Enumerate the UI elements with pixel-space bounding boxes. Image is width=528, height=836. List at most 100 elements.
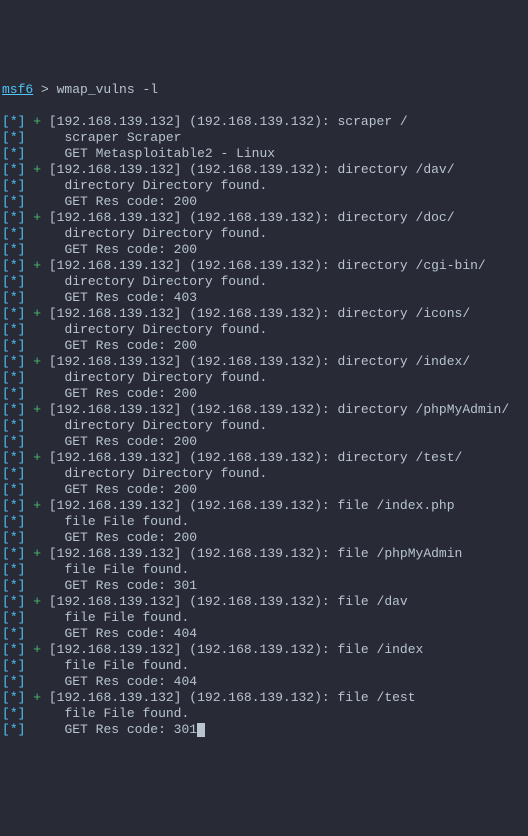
- line-content: directory Directory found.: [64, 322, 267, 337]
- output-line: [*] file File found.: [2, 514, 526, 530]
- bracket-icon: [: [2, 258, 10, 273]
- star-icon: *: [10, 258, 18, 273]
- bracket-icon: [: [2, 402, 10, 417]
- star-icon: *: [10, 514, 18, 529]
- plus-icon: +: [33, 690, 41, 705]
- bracket-icon: [: [2, 370, 10, 385]
- star-icon: *: [10, 162, 18, 177]
- bracket-icon: ]: [18, 674, 26, 689]
- star-icon: *: [10, 306, 18, 321]
- star-icon: *: [10, 498, 18, 513]
- output-line: [*] GET Res code: 200: [2, 338, 526, 354]
- star-icon: *: [10, 722, 18, 737]
- line-content: GET Metasploitable2 - Linux: [64, 146, 275, 161]
- output-line: [*] + [192.168.139.132] (192.168.139.132…: [2, 162, 526, 178]
- output-line: [*] + [192.168.139.132] (192.168.139.132…: [2, 114, 526, 130]
- star-icon: *: [10, 466, 18, 481]
- line-content: GET Res code: 200: [64, 482, 197, 497]
- output-line: [*] GET Res code: 200: [2, 434, 526, 450]
- output-line: [*] GET Res code: 301: [2, 578, 526, 594]
- output-line: [*] GET Res code: 200: [2, 530, 526, 546]
- star-icon: *: [10, 402, 18, 417]
- output-line: [*] file File found.: [2, 610, 526, 626]
- output-line: [*] GET Res code: 200: [2, 242, 526, 258]
- prompt-line[interactable]: msf6 > wmap_vulns -l: [2, 82, 526, 98]
- bracket-icon: [: [2, 578, 10, 593]
- output-line: [*] directory Directory found.: [2, 466, 526, 482]
- star-icon: *: [10, 642, 18, 657]
- star-icon: *: [10, 290, 18, 305]
- bracket-icon: [: [2, 658, 10, 673]
- plus-icon: +: [33, 402, 41, 417]
- bracket-icon: [: [2, 130, 10, 145]
- plus-icon: +: [33, 114, 41, 129]
- line-content: GET Res code: 200: [64, 242, 197, 257]
- bracket-icon: [: [2, 546, 10, 561]
- star-icon: *: [10, 578, 18, 593]
- output-line: [*] scraper Scraper: [2, 130, 526, 146]
- line-content: file File found.: [64, 610, 189, 625]
- line-content: directory Directory found.: [64, 466, 267, 481]
- star-icon: *: [10, 690, 18, 705]
- output-line: [*] GET Res code: 200: [2, 386, 526, 402]
- output-line: [*] + [192.168.139.132] (192.168.139.132…: [2, 594, 526, 610]
- line-content: directory Directory found.: [64, 178, 267, 193]
- line-content: [192.168.139.132] (192.168.139.132): fil…: [41, 594, 408, 609]
- output-line: [*] file File found.: [2, 706, 526, 722]
- line-content: file File found.: [64, 514, 189, 529]
- bracket-icon: ]: [18, 722, 26, 737]
- star-icon: *: [10, 370, 18, 385]
- line-content: [192.168.139.132] (192.168.139.132): dir…: [41, 450, 462, 465]
- bracket-icon: ]: [18, 706, 26, 721]
- star-icon: *: [10, 130, 18, 145]
- line-content: GET Res code: 301: [64, 722, 197, 737]
- star-icon: *: [10, 322, 18, 337]
- bracket-icon: [: [2, 690, 10, 705]
- line-content: [192.168.139.132] (192.168.139.132): dir…: [41, 306, 470, 321]
- star-icon: *: [10, 706, 18, 721]
- output-line: [*] GET Res code: 403: [2, 290, 526, 306]
- line-content: [192.168.139.132] (192.168.139.132): scr…: [41, 114, 408, 129]
- line-content: [192.168.139.132] (192.168.139.132): fil…: [41, 546, 462, 561]
- star-icon: *: [10, 530, 18, 545]
- bracket-icon: [: [2, 386, 10, 401]
- bracket-icon: [: [2, 594, 10, 609]
- line-content: [192.168.139.132] (192.168.139.132): fil…: [41, 498, 454, 513]
- bracket-icon: [: [2, 226, 10, 241]
- bracket-icon: [: [2, 642, 10, 657]
- bracket-icon: [: [2, 178, 10, 193]
- bracket-icon: [: [2, 610, 10, 625]
- star-icon: *: [10, 274, 18, 289]
- plus-icon: +: [33, 210, 41, 225]
- bracket-icon: [: [2, 706, 10, 721]
- output-line: [*] directory Directory found.: [2, 274, 526, 290]
- star-icon: *: [10, 610, 18, 625]
- output-line: [*] GET Res code: 301: [2, 722, 526, 738]
- command-text: wmap_vulns -l: [57, 82, 158, 97]
- star-icon: *: [10, 146, 18, 161]
- bracket-icon: [: [2, 498, 10, 513]
- bracket-icon: [: [2, 450, 10, 465]
- output-line: [*] + [192.168.139.132] (192.168.139.132…: [2, 306, 526, 322]
- plus-icon: +: [33, 162, 41, 177]
- line-content: [192.168.139.132] (192.168.139.132): dir…: [41, 162, 454, 177]
- output-line: [*] + [192.168.139.132] (192.168.139.132…: [2, 690, 526, 706]
- plus-icon: +: [33, 546, 41, 561]
- bracket-icon: [: [2, 722, 10, 737]
- plus-icon: +: [33, 354, 41, 369]
- star-icon: *: [10, 594, 18, 609]
- plus-icon: +: [33, 450, 41, 465]
- plus-icon: +: [33, 498, 41, 513]
- bracket-icon: [: [2, 562, 10, 577]
- line-content: file File found.: [64, 706, 189, 721]
- cursor-icon: [197, 723, 205, 737]
- line-content: [192.168.139.132] (192.168.139.132): fil…: [41, 642, 423, 657]
- output-line: [*] file File found.: [2, 658, 526, 674]
- star-icon: *: [10, 418, 18, 433]
- plus-icon: +: [33, 258, 41, 273]
- output-line: [*] GET Res code: 200: [2, 482, 526, 498]
- line-content: [192.168.139.132] (192.168.139.132): dir…: [41, 258, 486, 273]
- bracket-icon: [: [2, 274, 10, 289]
- star-icon: *: [10, 338, 18, 353]
- output-line: [*] GET Res code: 200: [2, 194, 526, 210]
